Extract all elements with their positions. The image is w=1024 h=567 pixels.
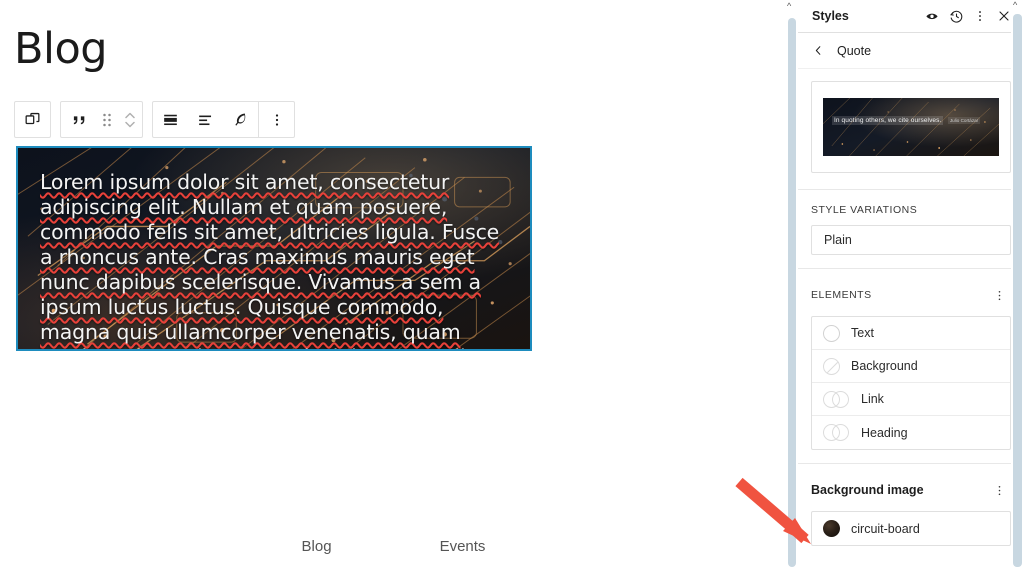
background-image-head: Background image (811, 478, 1011, 502)
window-scrollbar[interactable]: ^ (1011, 0, 1024, 567)
element-label: Background (851, 359, 918, 373)
block-type-quote-button[interactable] (61, 102, 96, 137)
drag-handle[interactable] (96, 102, 118, 137)
background-image-item[interactable]: circuit-board (812, 512, 1010, 545)
background-image-heading: Background image (811, 483, 924, 497)
move-up-down-button[interactable] (118, 102, 142, 137)
element-item-text[interactable]: Text (812, 317, 1010, 350)
style-variations-section: STYLE VARIATIONS Plain (798, 190, 1024, 269)
scrollbar-thumb[interactable] (788, 18, 796, 567)
styles-panel-title: Styles (812, 9, 849, 23)
align-button[interactable] (153, 102, 188, 137)
breadcrumb: Quote (798, 33, 1024, 69)
toolbar-group-parent (14, 101, 51, 138)
editor-scrollbar[interactable]: ^ (786, 0, 798, 567)
quote-block-text[interactable]: Lorem ipsum dolor sit amet, consectetur … (18, 148, 530, 349)
editor-window: Blog Lorem ipsum dolor sit amet, consect… (0, 0, 1024, 567)
highlight-feather-pen-button[interactable] (223, 102, 258, 137)
preview-card-content: In quoting others, we cite ourselves. Ju… (823, 98, 999, 137)
dual-color-swatch-icon (823, 390, 850, 408)
background-image-list: circuit-board (811, 511, 1011, 546)
footer-nav-item-events[interactable]: Events (440, 538, 486, 555)
elements-heading: ELEMENTS (811, 289, 872, 301)
text-align-button[interactable] (188, 102, 223, 137)
image-thumbnail-swatch-icon (823, 520, 840, 537)
style-variations-head: STYLE VARIATIONS (811, 204, 1011, 216)
element-item-link[interactable]: Link (812, 383, 1010, 416)
scroll-up-chevron-icon[interactable]: ^ (787, 2, 791, 11)
block-toolbar (14, 101, 295, 138)
breadcrumb-label: Quote (837, 43, 872, 58)
quote-block[interactable]: Lorem ipsum dolor sit amet, consectetur … (16, 146, 532, 351)
style-preview-wrapper: In quoting others, we cite ourselves. Ju… (798, 69, 1024, 190)
chevron-left-icon[interactable] (812, 44, 825, 57)
background-image-more-options-icon[interactable] (987, 478, 1011, 502)
color-swatch-icon (823, 324, 840, 342)
styles-sidebar-header: Styles (798, 0, 1024, 33)
preview-citation: Julio Cortázar (947, 117, 981, 124)
element-item-background[interactable]: Background (812, 350, 1010, 383)
window-scrollbar-thumb[interactable] (1013, 14, 1022, 567)
style-book-eye-icon[interactable] (920, 4, 944, 28)
dual-color-swatch-icon (823, 424, 850, 441)
background-image-section: Background image circuit-board (798, 464, 1024, 559)
styles-sidebar: Styles Quote In quoting others, we cite … (797, 0, 1024, 567)
element-label: Text (851, 326, 874, 340)
empty-color-swatch-icon (823, 357, 840, 375)
style-variations-heading: STYLE VARIATIONS (811, 204, 918, 216)
page-title: Blog (14, 24, 108, 74)
editor-canvas: Blog Lorem ipsum dolor sit amet, consect… (0, 0, 787, 567)
quote-preview-card: In quoting others, we cite ourselves. Ju… (823, 98, 999, 156)
elements-list: Text Background Link Heading (811, 316, 1011, 450)
background-image-label: circuit-board (851, 521, 920, 536)
block-more-options-button[interactable] (259, 102, 294, 137)
footer-nav-item-blog[interactable]: Blog (302, 538, 332, 555)
window-scroll-up-chevron-icon[interactable]: ^ (1013, 1, 1017, 10)
preview-quote-text: In quoting others, we cite ourselves. (832, 116, 944, 125)
element-item-heading[interactable]: Heading (812, 416, 1010, 449)
elements-section: ELEMENTS Text Background Link Heading (798, 269, 1024, 464)
element-label: Heading (861, 425, 908, 440)
revisions-clock-icon[interactable] (944, 4, 968, 28)
elements-more-options-icon[interactable] (987, 283, 1011, 307)
style-variation-selected[interactable]: Plain (811, 225, 1011, 255)
site-footer-nav: Blog Events (0, 538, 787, 555)
style-preview[interactable]: In quoting others, we cite ourselves. Ju… (811, 81, 1011, 173)
select-parent-block-button[interactable] (15, 102, 50, 137)
elements-head: ELEMENTS (811, 283, 1011, 307)
styles-more-options-icon[interactable] (968, 4, 992, 28)
toolbar-group-format (152, 101, 295, 138)
element-label: Link (861, 392, 884, 406)
toolbar-group-block (60, 101, 143, 138)
